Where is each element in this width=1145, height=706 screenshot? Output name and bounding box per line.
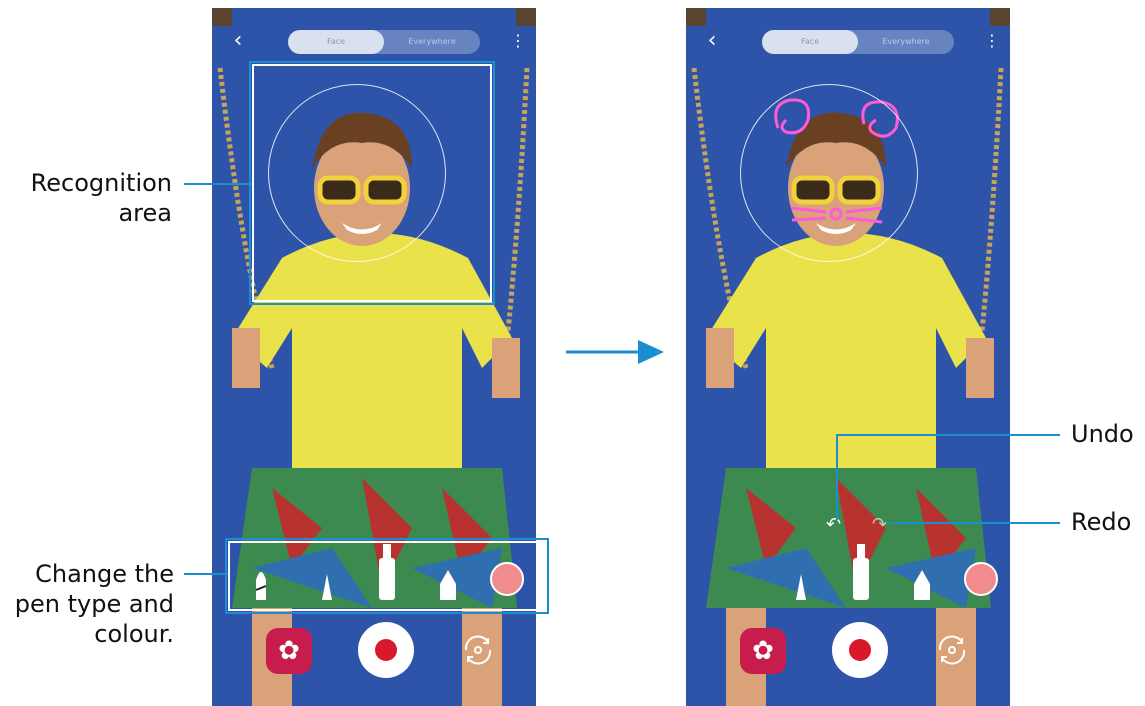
recognition-area-highlight [249, 61, 495, 305]
face-tracking-circle [740, 84, 918, 262]
photo-corner [212, 8, 232, 26]
back-icon[interactable]: ‹ [700, 30, 724, 54]
back-icon[interactable]: ‹ [226, 30, 250, 54]
tab-everywhere[interactable]: Everywhere [384, 30, 480, 54]
more-options-icon[interactable]: ⋮ [984, 30, 1000, 54]
redo-icon[interactable]: ↷ [872, 514, 887, 535]
record-button[interactable] [358, 622, 414, 678]
leader-line [836, 434, 838, 520]
switch-camera-icon[interactable] [458, 630, 498, 670]
callout-recognition-area: Recognition area [10, 168, 172, 228]
callout-redo: Redo [1071, 508, 1132, 536]
undo-icon[interactable]: ↶ [826, 514, 841, 535]
tab-face[interactable]: Face [762, 30, 858, 54]
marker-pen-icon[interactable] [794, 566, 808, 600]
callout-line: area [118, 199, 172, 227]
tab-everywhere[interactable]: Everywhere [858, 30, 954, 54]
leader-line [838, 434, 1060, 436]
pen-toolbar-highlight [225, 538, 549, 614]
flower-icon[interactable]: ✿ [740, 628, 786, 674]
callout-line: colour. [94, 620, 174, 648]
callout-line: Recognition [30, 169, 172, 197]
highlighter-pen-icon[interactable] [912, 566, 932, 600]
leader-line [184, 183, 252, 185]
switch-camera-icon[interactable] [932, 630, 972, 670]
callout-change-pen: Change the pen type and colour. [0, 559, 174, 649]
transition-arrow-icon [566, 340, 664, 364]
pen-toolbar [686, 544, 1010, 608]
callout-line: pen type and [14, 590, 174, 618]
mode-selector: Face Everywhere [762, 30, 954, 54]
tab-face[interactable]: Face [288, 30, 384, 54]
camera-controls: ✿ [212, 618, 536, 688]
record-button[interactable] [832, 622, 888, 678]
record-icon [375, 639, 397, 661]
leader-line [890, 522, 1060, 524]
pen-color-swatch[interactable] [964, 562, 998, 596]
photo-corner [990, 8, 1010, 26]
callout-undo: Undo [1071, 420, 1134, 448]
photo-corner [516, 8, 536, 26]
callout-line: Change the [35, 560, 174, 588]
bottle-pen-icon[interactable] [850, 544, 872, 600]
screen-after: ‹ Face Everywhere ⋮ ↶ ↷ ✿ [686, 8, 1010, 706]
record-icon [849, 639, 871, 661]
camera-topbar: ‹ Face Everywhere ⋮ [686, 28, 1010, 56]
flower-icon[interactable]: ✿ [266, 628, 312, 674]
leader-line [184, 573, 228, 575]
camera-controls: ✿ [686, 618, 1010, 688]
more-options-icon[interactable]: ⋮ [510, 30, 526, 54]
camera-topbar: ‹ Face Everywhere ⋮ [212, 28, 536, 56]
photo-corner [686, 8, 706, 26]
mode-selector: Face Everywhere [288, 30, 480, 54]
